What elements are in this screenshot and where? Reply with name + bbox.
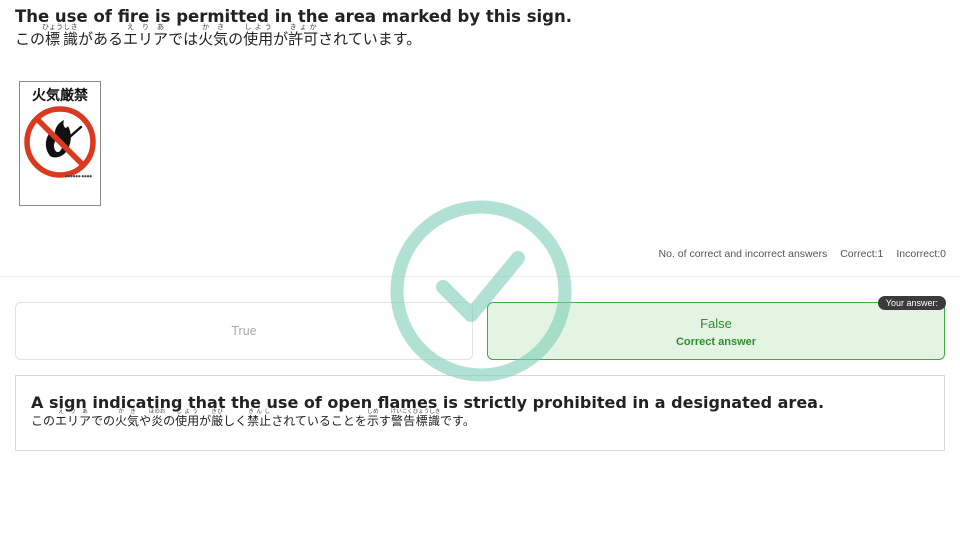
answer-option-true[interactable]: True [15,302,473,360]
fire-prohibition-sign: 火気厳禁 ●●●●●● ●●●● [19,81,101,206]
correct-count: Correct:1 [840,248,884,260]
option-false-label: False [700,316,732,331]
svg-text:●●●●●● ●●●●: ●●●●●● ●●●● [65,174,93,178]
sign-image: 火気厳禁 ●●●●●● ●●●● [24,87,96,178]
correct-answer-label: Correct answer [675,336,757,348]
stats-label: No. of correct and incorrect answers [658,248,828,260]
question-text-japanese: この標ひょう識しきがあるエリアえりあでは火気かきの使用しようが許可きょかされてい… [15,23,422,48]
sign-title: 火気厳禁 [32,87,88,104]
section-divider [0,276,960,277]
answer-option-false[interactable]: False Correct answer [487,302,945,360]
explanation-box: A sign indicating that the use of open f… [15,375,945,451]
incorrect-count: Incorrect:0 [896,248,946,260]
option-true-label: True [231,324,257,338]
your-answer-badge: Your answer: [877,296,946,310]
explanation-text-japanese: このエリアえりあでの火気かきや炎ほのおの使用しようが厳きびしく禁止きんしされてい… [31,409,475,428]
no-open-flame-icon [24,106,96,178]
answer-stats: No. of correct and incorrect answers Corr… [659,248,946,260]
